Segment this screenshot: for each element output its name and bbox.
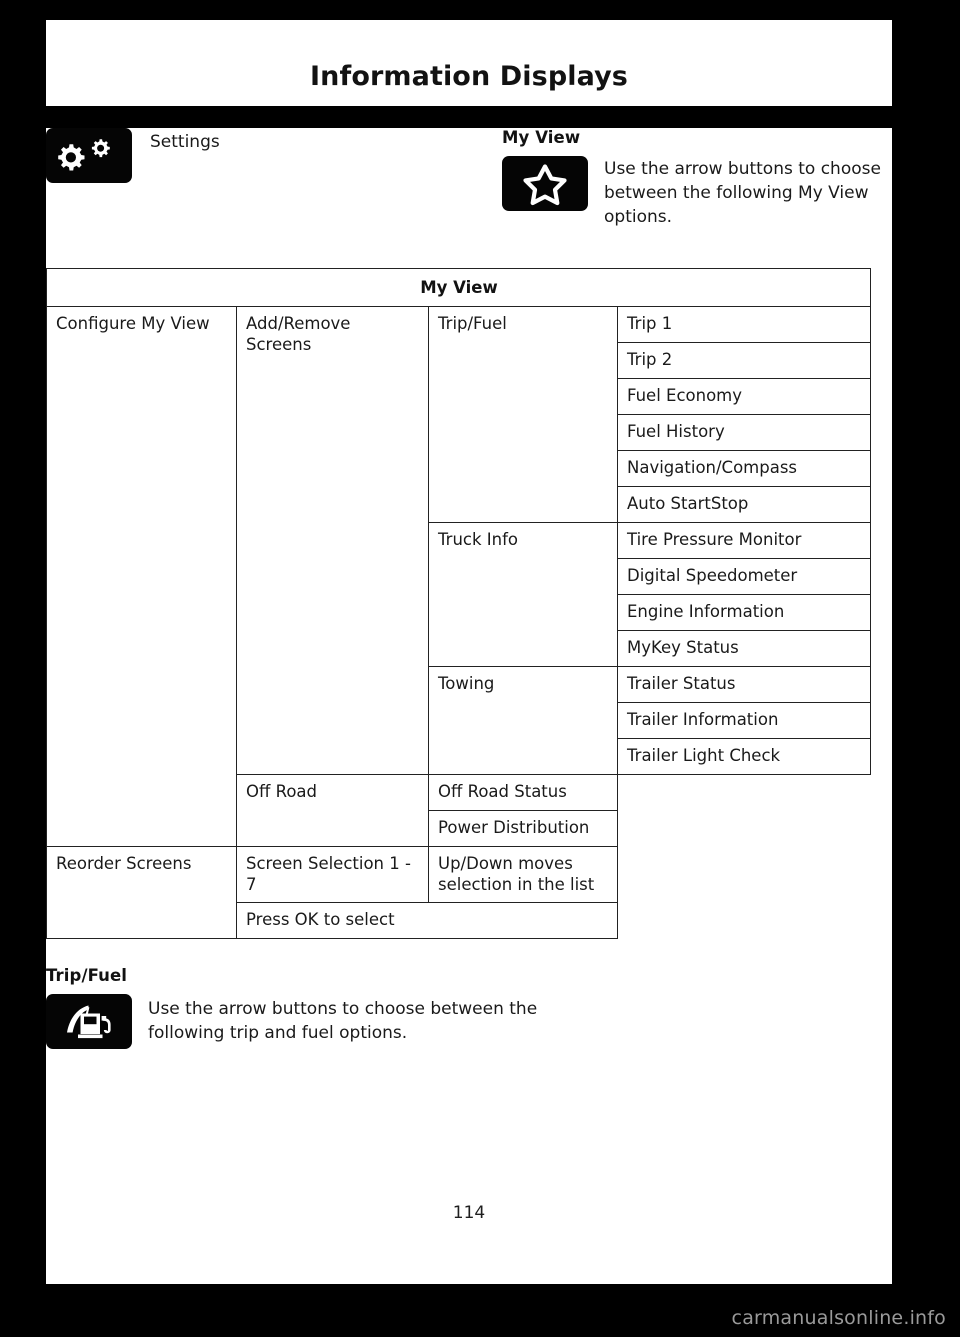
table-title: My View	[46, 268, 871, 307]
trip-fuel-description: Use the arrow buttons to choose between …	[148, 999, 538, 1043]
cell-item-trailer-information: Trailer Information	[617, 702, 871, 739]
cell-item-fuel-history: Fuel History	[617, 414, 871, 451]
fuel-pump-icon	[46, 994, 132, 1049]
cell-group-trip-fuel: Trip/Fuel	[428, 306, 618, 523]
page-number: 114	[452, 1203, 486, 1223]
cell-configure-my-view: Configure My View	[46, 306, 237, 847]
cell-item-power-distribution: Power Distribution	[428, 810, 618, 847]
cell-item-press-ok: Press OK to select	[236, 902, 618, 939]
cell-item-navigation-compass: Navigation/Compass	[617, 450, 871, 487]
cell-item-off-road-status: Off Road Status	[428, 774, 618, 811]
page-title: Information Displays	[310, 61, 628, 92]
cell-add-remove-screens: Add/Remove Screens	[236, 306, 429, 775]
my-view-description: Use the arrow buttons to choose between …	[604, 159, 881, 227]
my-view-block: My View Use the arrow buttons to choose …	[469, 128, 892, 229]
page-header: Information Displays	[46, 20, 892, 106]
trip-fuel-heading: Trip/Fuel	[46, 966, 128, 985]
cell-item-trailer-light-check: Trailer Light Check	[617, 738, 871, 775]
cell-group-towing: Towing	[428, 666, 618, 775]
my-view-heading: My View	[502, 128, 581, 147]
cell-item-trip-1: Trip 1	[617, 306, 871, 343]
manual-page: Information Displays Settings My View Us…	[0, 0, 960, 1337]
cell-item-trailer-status: Trailer Status	[617, 666, 871, 703]
cell-item-auto-startstop: Auto StartStop	[617, 486, 871, 523]
cell-group-screen-selection: Screen Selection 1 - 7	[236, 846, 429, 903]
my-view-table-wrap: My View Configure My View Add/Remove Scr…	[46, 268, 871, 939]
my-view-table: My View Configure My View Add/Remove Scr…	[46, 268, 871, 939]
page-body: Settings My View Use the arrow buttons t…	[46, 128, 892, 1284]
cell-item-tire-pressure-monitor: Tire Pressure Monitor	[617, 522, 871, 559]
cell-item-engine-information: Engine Information	[617, 594, 871, 631]
cell-item-digital-speedometer: Digital Speedometer	[617, 558, 871, 595]
cell-item-up-down-moves: Up/Down moves selection in the list	[428, 846, 618, 903]
site-watermark: carmanualsonline.info	[731, 1307, 946, 1329]
intro-section: Settings My View Use the arrow buttons t…	[46, 128, 892, 229]
settings-label: Settings	[150, 132, 220, 152]
trip-fuel-block: Trip/Fuel Use the arrow buttons to choos…	[46, 966, 566, 1049]
star-icon	[502, 156, 588, 211]
cell-reorder-screens: Reorder Screens	[46, 846, 237, 939]
cell-item-fuel-economy: Fuel Economy	[617, 378, 871, 415]
settings-block: Settings	[46, 128, 469, 229]
cell-group-truck-info: Truck Info	[428, 522, 618, 667]
gears-icon	[46, 128, 132, 183]
cell-item-trip-2: Trip 2	[617, 342, 871, 379]
table-row: Reorder Screens Screen Selection 1 - 7 U…	[46, 846, 871, 939]
cell-group-off-road: Off Road	[236, 774, 429, 847]
cell-item-mykey-status: MyKey Status	[617, 630, 871, 667]
table-row: Configure My View Add/Remove Screens Tri…	[46, 306, 871, 847]
table-header-row: My View	[46, 268, 871, 307]
